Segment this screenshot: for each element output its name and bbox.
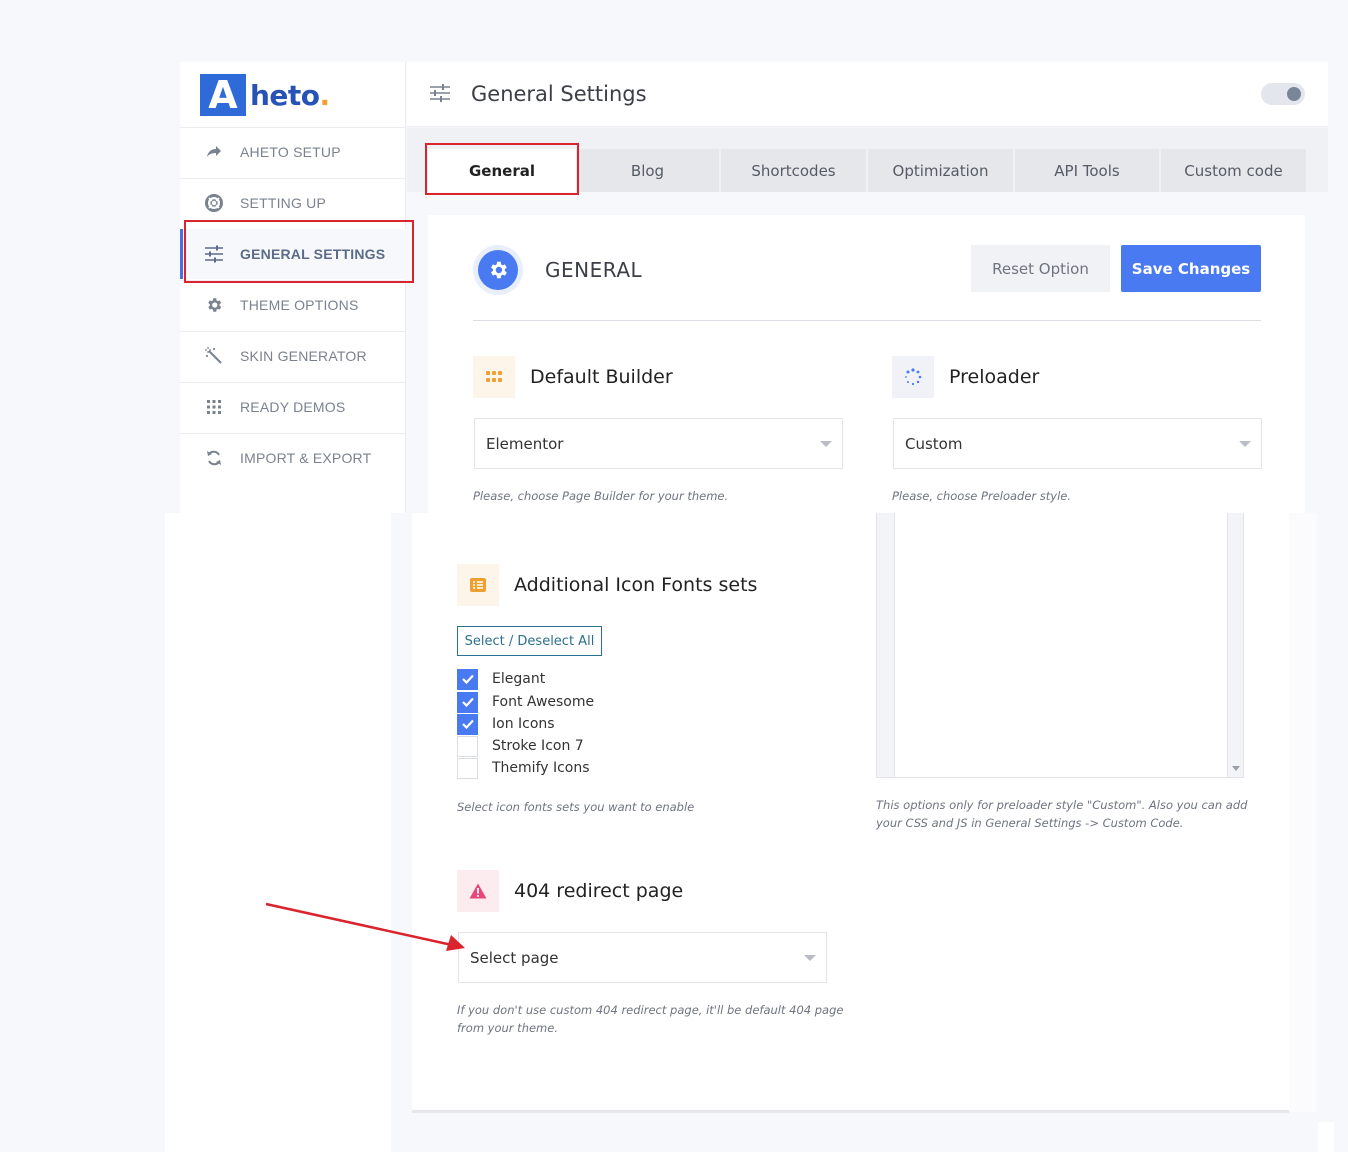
sidebar-item-label: SKIN GENERATOR <box>240 348 367 364</box>
icon-fonts-title: Additional Icon Fonts sets <box>514 574 758 596</box>
select-deselect-all-button[interactable]: Select / Deselect All <box>457 626 602 656</box>
annotation-highlight-tab <box>425 143 579 195</box>
sidebar-item-label: THEME OPTIONS <box>240 297 359 313</box>
grid-dots-icon <box>203 396 225 418</box>
logo-mark: A <box>200 74 246 116</box>
sidebar-item-import-export[interactable]: IMPORT & EXPORT <box>180 433 406 483</box>
default-builder-title: Default Builder <box>530 366 673 388</box>
sidebar-item-label: SETTING UP <box>240 195 327 211</box>
chevron-down-icon <box>820 441 832 447</box>
sidebar-item-label: READY DEMOS <box>240 399 346 415</box>
sidebar-item-skin-generator[interactable]: SKIN GENERATOR <box>180 331 406 381</box>
annotation-highlight-sidebar <box>184 220 414 283</box>
page-title: General Settings <box>471 82 647 106</box>
redirect-hint-line: from your theme. <box>457 1021 558 1035</box>
logo-word: heto <box>250 78 320 112</box>
spinner-icon <box>892 356 934 398</box>
redirect-hint: If you don't use custom 404 redirect pag… <box>457 1001 843 1037</box>
arrow-share-icon <box>203 141 225 163</box>
chevron-down-icon <box>804 955 816 961</box>
checkbox-elegant[interactable]: Elegant <box>457 668 545 690</box>
select-value: Elementor <box>486 434 564 453</box>
panel-margin <box>1289 513 1317 1112</box>
magic-wand-icon <box>203 345 225 367</box>
logo-dot: . <box>319 78 331 112</box>
gear-icon <box>491 261 507 279</box>
divider <box>473 320 1261 321</box>
checkbox-font-awesome[interactable]: Font Awesome <box>457 691 594 713</box>
reset-option-button[interactable]: Reset Option <box>971 245 1110 292</box>
chevron-down-icon <box>1239 441 1251 447</box>
tab-optimization[interactable]: Optimization <box>868 149 1013 192</box>
builder-grid-icon <box>473 356 515 398</box>
section-heading: GENERAL <box>545 258 643 282</box>
sidebar-item-label: AHETO SETUP <box>240 144 341 160</box>
general-badge <box>473 245 523 295</box>
preloader-select[interactable]: Custom <box>893 418 1262 469</box>
toggle-knob <box>1287 87 1301 101</box>
checkbox[interactable] <box>457 757 478 779</box>
annotation-arrow <box>265 902 465 951</box>
checkbox-stroke-icon-7[interactable]: Stroke Icon 7 <box>457 735 584 757</box>
checkbox-label: Elegant <box>492 671 546 687</box>
preloader-note-line: your CSS and JS in General Settings -> C… <box>876 816 1184 830</box>
preloader-note: This options only for preloader style "C… <box>876 796 1247 832</box>
sync-icon <box>203 447 225 469</box>
select-value: Select page <box>470 948 559 967</box>
sidebar-item-aheto-setup[interactable]: AHETO SETUP <box>180 127 406 177</box>
checkbox-themify-icons[interactable]: Themify Icons <box>457 757 590 779</box>
preloader-title: Preloader <box>949 366 1040 388</box>
tab-custom-code[interactable]: Custom code <box>1161 149 1306 192</box>
mode-toggle[interactable] <box>1261 83 1305 105</box>
check-icon <box>461 697 474 707</box>
tab-blog[interactable]: Blog <box>576 149 719 192</box>
select-value: Custom <box>905 434 963 453</box>
panel-edge <box>412 1110 1289 1113</box>
sidebar-item-theme-options[interactable]: THEME OPTIONS <box>180 280 406 330</box>
redirect-page-select[interactable]: Select page <box>458 932 827 983</box>
list-icon <box>457 564 499 606</box>
sidebar-item-label: IMPORT & EXPORT <box>240 450 372 466</box>
sliders-icon <box>429 83 451 105</box>
default-builder-select[interactable]: Elementor <box>474 418 843 469</box>
check-icon <box>461 674 474 684</box>
save-changes-button[interactable]: Save Changes <box>1121 245 1261 292</box>
checkbox-label: Font Awesome <box>492 694 595 710</box>
checkbox[interactable] <box>457 713 478 735</box>
blank-area <box>165 513 391 1152</box>
checkbox-label: Stroke Icon 7 <box>492 738 584 754</box>
checkbox-ion-icons[interactable]: Ion Icons <box>457 713 555 735</box>
gear-icon <box>203 294 225 316</box>
preloader-note-line: This options only for preloader style "C… <box>876 798 1248 812</box>
lifebuoy-icon <box>203 192 225 214</box>
preloader-code-editor[interactable] <box>876 513 1244 778</box>
redirect-hint-line: If you don't use custom 404 redirect pag… <box>457 1003 844 1017</box>
blank-area <box>1318 1122 1334 1152</box>
sidebar-item-ready-demos[interactable]: READY DEMOS <box>180 382 406 432</box>
editor-gutter <box>877 513 895 777</box>
check-icon <box>461 719 474 729</box>
redirect-title: 404 redirect page <box>514 880 684 902</box>
checkbox[interactable] <box>457 735 478 757</box>
checkbox[interactable] <box>457 668 478 690</box>
checkbox-label: Ion Icons <box>492 716 555 732</box>
preloader-hint: Please, choose Preloader style. <box>892 489 1072 503</box>
checkbox[interactable] <box>457 691 478 713</box>
tab-shortcodes[interactable]: Shortcodes <box>721 149 866 192</box>
default-builder-hint: Please, choose Page Builder for your the… <box>473 489 729 503</box>
editor-scrollbar[interactable] <box>1227 513 1243 777</box>
icon-fonts-hint: Select icon fonts sets you want to enabl… <box>457 800 695 814</box>
scroll-down-icon <box>1232 766 1240 771</box>
aheto-logo[interactable]: A heto. <box>200 73 340 117</box>
checkbox-label: Themify Icons <box>492 760 590 776</box>
tab-api-tools[interactable]: API Tools <box>1015 149 1159 192</box>
